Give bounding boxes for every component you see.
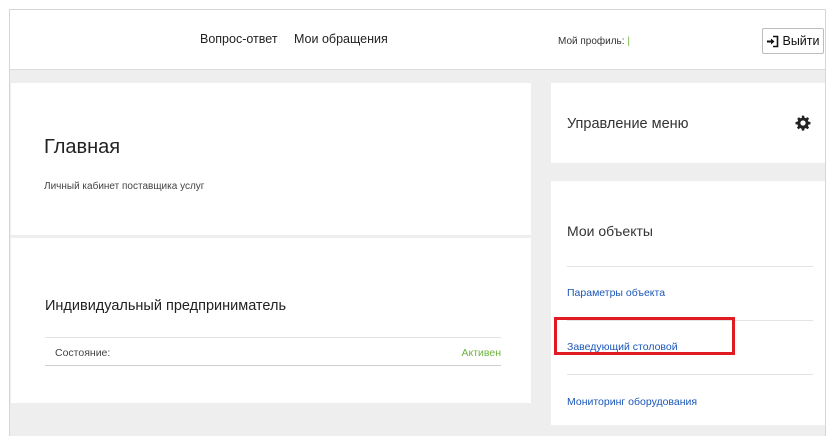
page-title: Главная (44, 136, 121, 158)
gear-icon[interactable] (795, 115, 811, 131)
divider (567, 374, 813, 375)
link-object-parameters[interactable]: Параметры объекта (567, 287, 665, 299)
menu-management-card[interactable]: Управление меню (551, 83, 825, 163)
top-navigation-bar: Вопрос-ответ Мои обращения Мой профиль: … (10, 9, 825, 70)
nav-link-faq[interactable]: Вопрос-ответ (200, 32, 278, 46)
entrepreneur-title: Индивидуальный предприниматель (45, 298, 287, 314)
profile-label: Мой профиль: (558, 36, 625, 47)
status-label: Состояние: (55, 347, 111, 359)
profile-info[interactable]: Мой профиль: | (558, 36, 630, 47)
my-objects-title: Мои объекты (567, 223, 653, 239)
link-equipment-monitoring[interactable]: Мониторинг оборудования (567, 396, 697, 408)
page-subtitle: Личный кабинет поставщика услуг (44, 181, 205, 192)
profile-value: | (627, 36, 630, 47)
page-frame: Вопрос-ответ Мои обращения Мой профиль: … (9, 9, 826, 436)
status-row: Состояние: Активен (45, 337, 501, 366)
main-card: Главная Личный кабинет поставщика услуг (11, 83, 531, 235)
nav-link-my-requests[interactable]: Мои обращения (294, 32, 388, 46)
status-badge: Активен (461, 347, 502, 359)
my-objects-card: Мои объекты Параметры объекта Заведующий… (551, 181, 825, 425)
divider (567, 320, 813, 321)
logout-button[interactable]: Выйти (762, 28, 824, 54)
logout-label: Выйти (782, 34, 820, 48)
divider (567, 266, 813, 267)
menu-management-title: Управление меню (567, 116, 689, 132)
link-canteen-manager[interactable]: Заведующий столовой (567, 341, 678, 353)
entrepreneur-card: Индивидуальный предприниматель Состояние… (11, 238, 531, 403)
logout-icon (766, 35, 779, 48)
